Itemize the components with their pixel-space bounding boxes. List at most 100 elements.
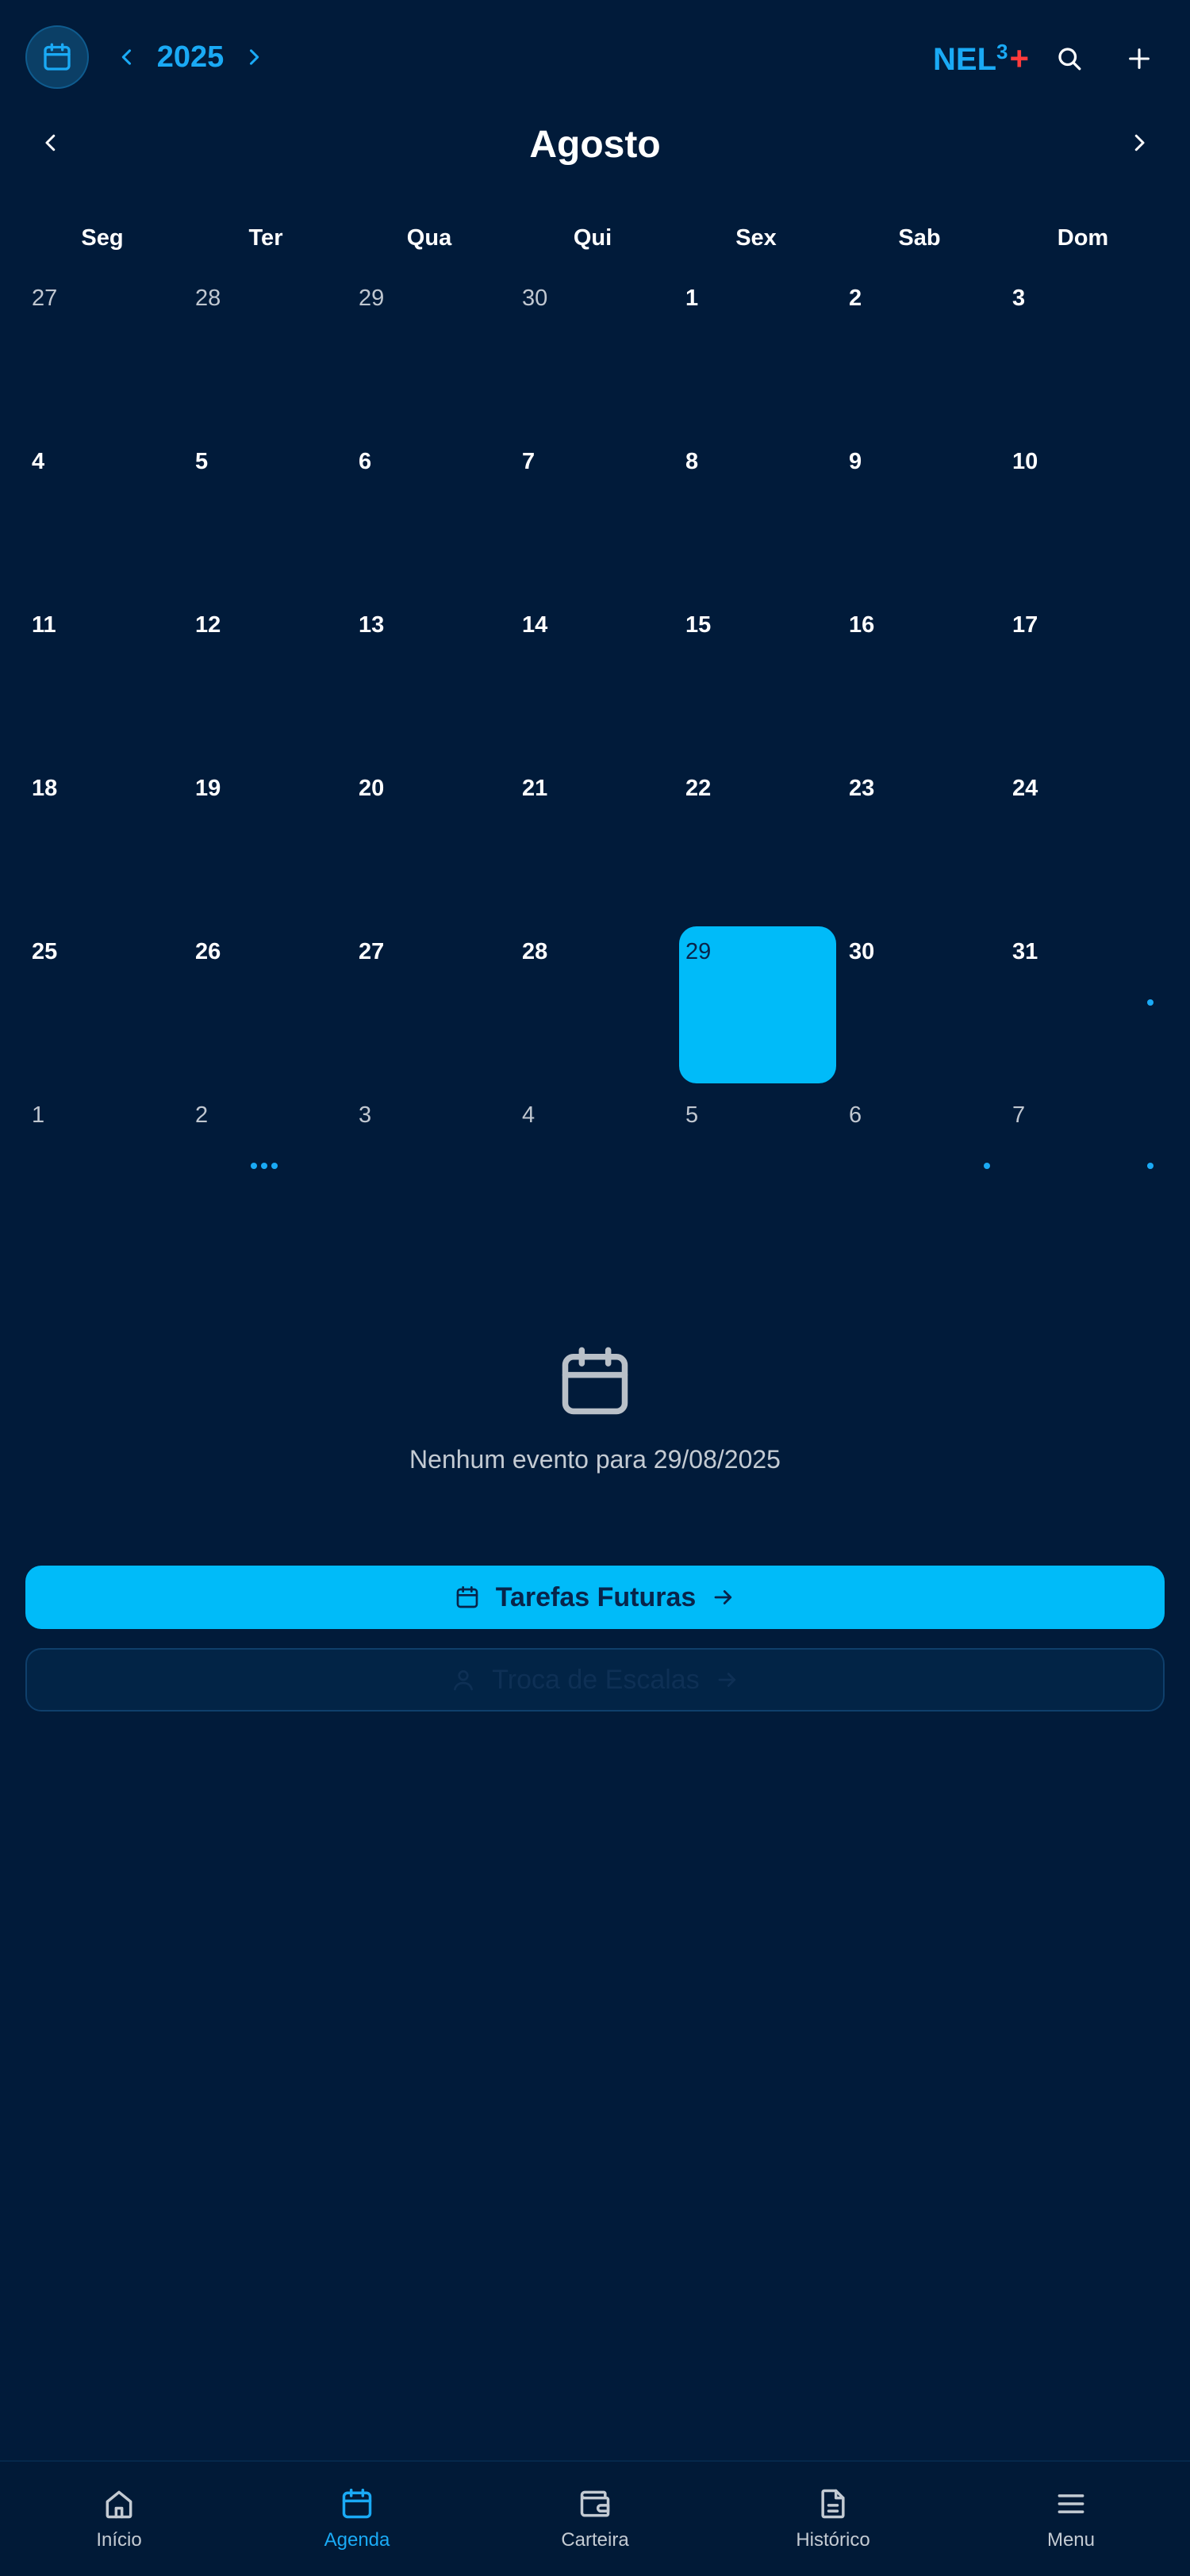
calendar-button[interactable] [25,25,89,89]
calendar-day[interactable]: 17 [1001,596,1165,760]
event-indicator [1001,999,1165,1009]
calendar-day[interactable]: 4 [21,433,184,596]
calendar-day[interactable]: 30 [838,923,1001,1087]
calendar-day[interactable]: 20 [347,760,511,923]
calendar-day[interactable]: 5 [184,433,347,596]
calendar-day[interactable]: 15 [674,596,838,760]
add-button[interactable] [1115,35,1163,82]
calendar-day-selected[interactable]: 29 [674,923,838,1087]
day-number: 22 [685,776,712,801]
app-screen: 2025 NEL3+ Agosto Seg Ter Qua Qui Sex Sa… [0,0,1190,2576]
day-number: 11 [32,612,56,638]
calendar-day[interactable]: 29 [347,270,511,433]
day-number: 19 [195,776,221,801]
day-number: 4 [522,1102,536,1128]
day-number: 28 [522,939,548,964]
event-dot [261,1163,267,1169]
calendar-day[interactable]: 4 [511,1087,674,1250]
calendar-day[interactable]: 7 [511,433,674,596]
event-indicator [184,1163,347,1172]
calendar-day[interactable]: 23 [838,760,1001,923]
calendar-day[interactable]: 3 [347,1087,511,1250]
chevron-left-icon [121,49,132,65]
weekday-label: Seg [81,225,124,251]
calendar-day[interactable]: 10 [1001,433,1165,596]
day-number: 4 [32,449,45,474]
day-number: 25 [32,939,58,964]
day-number: 21 [522,776,548,801]
nav-item-carteira[interactable]: Carteira [476,2462,714,2576]
chevron-right-icon [1134,134,1145,151]
arrow-right-icon [714,1590,732,1604]
day-number: 9 [849,449,862,474]
day-number: 28 [195,286,221,311]
calendar-icon [456,1586,478,1608]
calendar-day[interactable]: 28 [511,923,674,1087]
day-number: 7 [522,449,536,474]
day-number: 16 [849,612,875,638]
calendar-day[interactable]: 13 [347,596,511,760]
calendar-day[interactable]: 6 [347,433,511,596]
brand-superscript: 3 [996,40,1008,63]
event-dot [271,1163,278,1169]
calendar-day[interactable]: 2 [838,270,1001,433]
future-tasks-label: Tarefas Futuras [495,1581,697,1612]
calendar-day[interactable]: 7 [1001,1087,1165,1250]
calendar-day[interactable]: 8 [674,433,838,596]
calendar-day[interactable]: 14 [511,596,674,760]
calendar-day[interactable]: 30 [511,270,674,433]
calendar-day[interactable]: 24 [1001,760,1165,923]
user-icon [454,1670,474,1691]
calendar-day[interactable]: 18 [21,760,184,923]
nav-item-menu[interactable]: Menu [952,2462,1190,2576]
future-tasks-button[interactable]: Tarefas Futuras [25,1566,1165,1629]
calendar-day[interactable]: 3 [1001,270,1165,433]
bottom-navigation: Início Agenda Carteira Histórico Menu [0,2460,1190,2576]
nav-item-agenda[interactable]: Agenda [238,2462,476,2576]
calendar-icon [562,1347,628,1415]
nav-item-historico[interactable]: Histórico [714,2462,952,2576]
calendar-day[interactable]: 31 [1001,923,1165,1087]
calendar-day[interactable]: 2 [184,1087,347,1250]
calendar-day[interactable]: 22 [674,760,838,923]
weekday-label: Qua [406,225,452,251]
nav-item-inicio[interactable]: Início [0,2462,238,2576]
previous-month-button[interactable] [27,119,75,167]
day-number: 7 [1012,1102,1026,1128]
calendar-day[interactable]: 6 [838,1087,1001,1250]
day-number: 3 [359,1102,372,1128]
previous-year-button[interactable] [108,36,146,78]
calendar-day[interactable]: 19 [184,760,347,923]
empty-state-message: Nenhum evento para 29/08/2025 [409,1445,781,1474]
calendar-day[interactable]: 27 [347,923,511,1087]
calendar-day[interactable]: 26 [184,923,347,1087]
swap-shifts-button[interactable]: Troca de Escalas [25,1648,1165,1712]
calendar-day[interactable]: 12 [184,596,347,760]
day-number: 27 [359,939,385,964]
chevron-left-icon [45,134,56,151]
calendar-day[interactable]: 11 [21,596,184,760]
next-month-button[interactable] [1115,119,1163,167]
plus-icon [1129,48,1150,69]
calendar-day[interactable]: 16 [838,596,1001,760]
next-year-button[interactable] [235,36,273,78]
year-label[interactable]: 2025 [146,36,235,78]
calendar-day[interactable]: 21 [511,760,674,923]
nav-label: Menu [1046,2529,1096,2551]
calendar-icon [44,43,71,71]
calendar-day[interactable]: 28 [184,270,347,433]
event-indicator [838,1163,1001,1172]
calendar-day[interactable]: 1 [21,1087,184,1250]
day-number: 23 [849,776,875,801]
calendar-day[interactable]: 25 [21,923,184,1087]
calendar-day[interactable]: 9 [838,433,1001,596]
calendar-day[interactable]: 27 [21,270,184,433]
brand-name: NEL [933,42,996,77]
calendar-day[interactable]: 1 [674,270,838,433]
wallet-icon [580,2490,610,2517]
day-number: 13 [359,612,385,638]
search-button[interactable] [1046,35,1093,82]
calendar-grid: 27 28 29 30 1 2 3 4 5 6 7 8 9 10 11 12 13 14 15 16 17 18 19 20 2… [21,270,1165,1250]
day-number: 24 [1012,776,1038,801]
calendar-day[interactable]: 5 [674,1087,838,1250]
